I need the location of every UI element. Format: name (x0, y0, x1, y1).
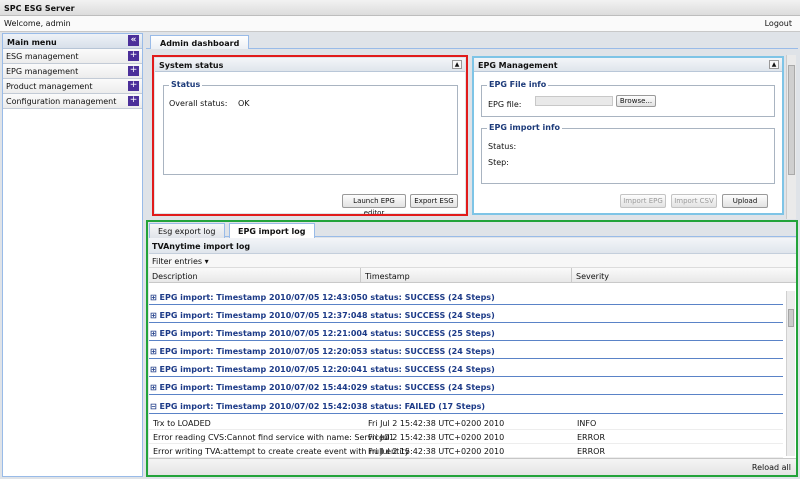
expand-icon[interactable]: + (128, 51, 139, 61)
sidebar-item-label: EPG management (6, 67, 79, 76)
sidebar-item-product-management[interactable]: Product management + (3, 79, 142, 94)
collapse-menu-button[interactable]: « (128, 35, 139, 46)
welcome-bar: Welcome, admin Logout (0, 16, 800, 32)
scroll-thumb[interactable] (788, 65, 795, 175)
main-menu-header: Main menu « (3, 34, 142, 49)
expand-icon[interactable]: + (128, 66, 139, 76)
main-tab-strip: Admin dashboard (146, 33, 798, 50)
expand-icon[interactable]: + (128, 81, 139, 91)
sidebar-item-configuration-management[interactable]: Configuration management + (3, 94, 142, 109)
highlight-green (146, 220, 798, 477)
highlight-blue (472, 56, 784, 215)
tab-admin-dashboard[interactable]: Admin dashboard (150, 35, 250, 50)
main-menu-title: Main menu (7, 38, 57, 47)
app-title: SPC ESG Server (0, 0, 800, 16)
dashboard-scrollbar[interactable] (786, 55, 796, 219)
welcome-text: Welcome, admin (4, 19, 71, 28)
sidebar-item-epg-management[interactable]: EPG management + (3, 64, 142, 79)
sidebar-item-esg-management[interactable]: ESG management + (3, 49, 142, 64)
sidebar-item-label: Configuration management (6, 97, 117, 106)
sidebar-item-label: ESG management (6, 52, 79, 61)
sidebar-item-label: Product management (6, 82, 93, 91)
sidebar: Main menu « ESG management + EPG managem… (2, 33, 143, 477)
logout-link[interactable]: Logout (765, 19, 792, 28)
expand-icon[interactable]: + (128, 96, 139, 106)
highlight-red (152, 55, 468, 216)
